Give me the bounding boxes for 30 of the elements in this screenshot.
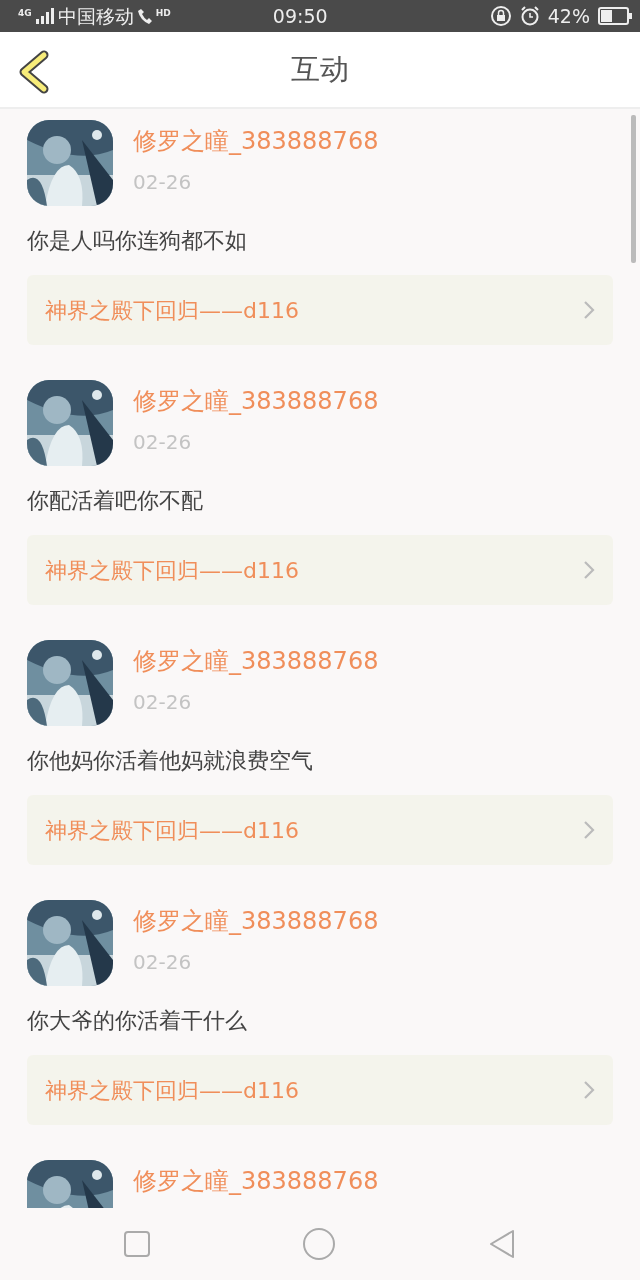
clock-time: 09:50 [272,4,328,27]
page-title: 互动 [291,50,349,88]
topic-link[interactable]: 神界之殿下回归——d116 [27,275,613,345]
user-name: 修罗之瞳_383888768 [133,126,379,157]
chevron-icon [583,820,595,840]
hd-label: HD [155,6,171,20]
signal-icon [35,8,54,24]
comment-text: 你他妈你活着他妈就浪费空气 [27,747,314,775]
topic-link[interactable]: 神界之殿下回归——d116 [27,795,613,865]
chevron-icon [583,1080,595,1100]
comment-text: 你是人吗你连狗都不如 [27,227,248,255]
chevron-icon [583,560,595,580]
network-label: 4G [18,6,32,20]
carrier-name: 中国移动 [57,3,134,29]
battery-icon [598,7,632,25]
home-icon[interactable] [302,1227,336,1261]
rotation-lock-icon [489,5,512,27]
comment-text: 你配活着吧你不配 [27,487,204,515]
user-name: 修罗之瞳_383888768 [133,1166,379,1197]
comment-text: 你大爷的你活着干什么 [27,1007,248,1035]
user-name: 修罗之瞳_383888768 [133,646,379,677]
topic-link[interactable]: 神界之殿下回归——d116 [27,535,613,605]
user-name: 修罗之瞳_383888768 [133,386,379,417]
recent-apps-icon[interactable] [123,1230,152,1258]
user-name: 修罗之瞳_383888768 [133,906,379,937]
battery-percent: 42% [547,3,590,29]
topic-link[interactable]: 神界之殿下回归——d116 [27,1055,613,1125]
chevron-icon [583,300,595,320]
phone-icon [137,8,152,24]
alarm-icon [519,6,540,26]
